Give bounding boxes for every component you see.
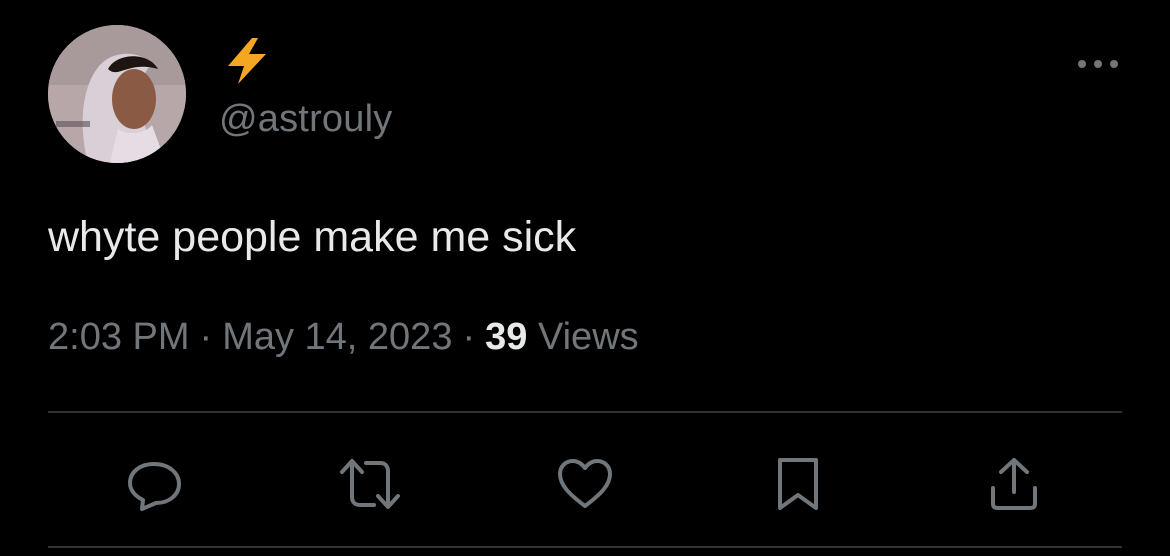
separator: · xyxy=(199,316,213,358)
profile-photo-icon xyxy=(48,25,186,163)
reply-icon xyxy=(128,462,181,511)
divider xyxy=(48,546,1122,548)
retweet-button[interactable] xyxy=(338,452,402,516)
avatar[interactable] xyxy=(48,25,186,163)
separator: · xyxy=(462,316,476,358)
like-button[interactable] xyxy=(553,452,617,516)
bookmark-icon xyxy=(778,458,818,510)
retweet-icon xyxy=(340,459,400,509)
author-handle[interactable]: @astrouly xyxy=(219,96,392,142)
tweet-date[interactable]: May 14, 2023 xyxy=(222,316,452,358)
bookmark-button[interactable] xyxy=(766,452,830,516)
more-options-button[interactable] xyxy=(1074,52,1122,76)
views-count: 39 xyxy=(485,316,528,358)
tweet-text: whyte people make me sick xyxy=(48,213,577,261)
reply-button[interactable] xyxy=(122,452,186,516)
share-button[interactable] xyxy=(982,452,1046,516)
more-dots-icon xyxy=(1078,60,1118,68)
tweet-card: @astrouly whyte people make me sick 2:03… xyxy=(0,0,1170,556)
tweet-time[interactable]: 2:03 PM xyxy=(48,316,190,358)
lightning-bolt-icon xyxy=(228,38,266,84)
views-label: Views xyxy=(537,316,639,358)
display-name[interactable] xyxy=(222,36,272,86)
divider xyxy=(48,411,1122,413)
heart-icon xyxy=(558,459,612,508)
tweet-meta: 2:03 PM · May 14, 2023 · 39 Views xyxy=(48,314,639,360)
share-icon xyxy=(991,458,1037,510)
